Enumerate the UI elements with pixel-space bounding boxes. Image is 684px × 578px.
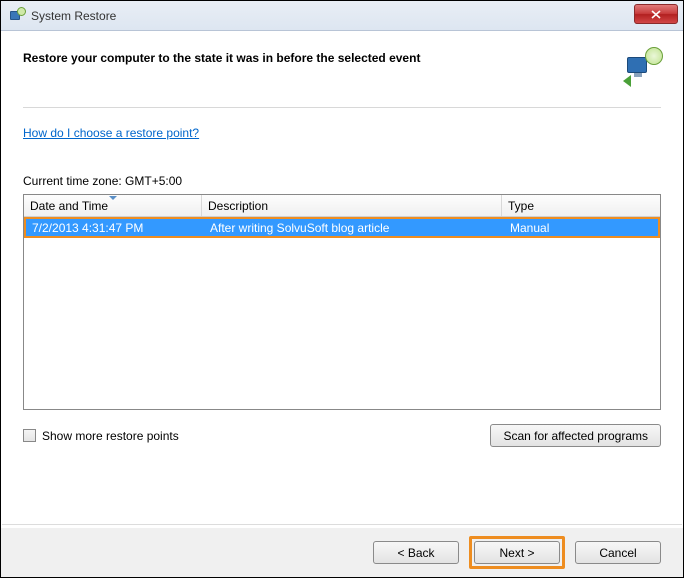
close-button[interactable] <box>634 4 678 24</box>
help-link[interactable]: How do I choose a restore point? <box>23 126 199 140</box>
col-header-description[interactable]: Description <box>202 195 502 216</box>
cell-description: After writing SolvuSoft blog article <box>204 221 504 235</box>
footer-separator <box>2 524 682 525</box>
restore-points-table: Date and Time Description Type 7/2/2013 … <box>23 194 661 410</box>
table-body: 7/2/2013 4:31:47 PM After writing SolvuS… <box>24 217 660 410</box>
next-button-highlight: Next > <box>469 536 565 569</box>
restore-page-icon <box>625 49 661 85</box>
footer: < Back Next > Cancel <box>1 527 683 577</box>
selected-row-highlight: 7/2/2013 4:31:47 PM After writing SolvuS… <box>24 217 660 238</box>
cancel-button[interactable]: Cancel <box>575 541 661 564</box>
cell-date: 7/2/2013 4:31:47 PM <box>26 221 204 235</box>
scan-affected-button[interactable]: Scan for affected programs <box>490 424 661 447</box>
timezone-label: Current time zone: GMT+5:00 <box>23 174 661 188</box>
back-button[interactable]: < Back <box>373 541 459 564</box>
restore-icon <box>9 8 25 24</box>
close-icon <box>651 10 661 19</box>
system-restore-window: System Restore Restore your computer to … <box>0 0 684 578</box>
show-more-label: Show more restore points <box>42 429 179 443</box>
show-more-checkbox[interactable]: Show more restore points <box>23 429 179 443</box>
titlebar: System Restore <box>1 1 683 31</box>
cell-type: Manual <box>504 221 658 235</box>
window-title: System Restore <box>31 9 116 23</box>
col-header-type[interactable]: Type <box>502 195 660 216</box>
table-header: Date and Time Description Type <box>24 195 660 217</box>
divider <box>23 107 661 108</box>
table-row[interactable]: 7/2/2013 4:31:47 PM After writing SolvuS… <box>26 219 658 236</box>
checkbox-icon <box>23 429 36 442</box>
next-button[interactable]: Next > <box>474 541 560 564</box>
page-heading: Restore your computer to the state it wa… <box>23 49 420 65</box>
col-header-date[interactable]: Date and Time <box>24 195 202 216</box>
content-area: Restore your computer to the state it wa… <box>1 31 683 461</box>
